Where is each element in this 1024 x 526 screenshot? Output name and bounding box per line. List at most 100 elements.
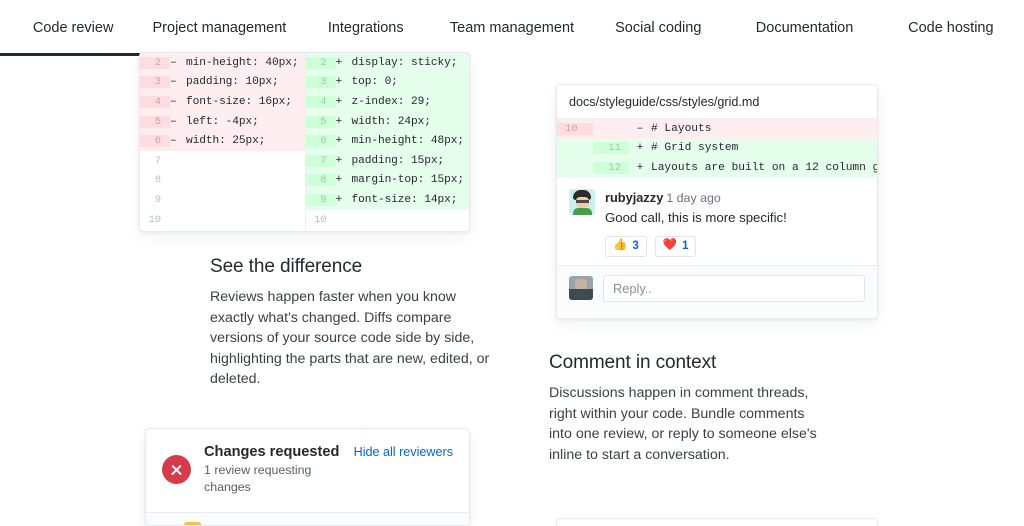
- line-number: 6: [305, 135, 336, 148]
- line-number-new: 12: [593, 161, 629, 174]
- diff-code: padding: 15px;: [351, 154, 445, 167]
- heart-icon: ❤️: [662, 239, 678, 252]
- diff-sign: –: [170, 135, 177, 148]
- line-number: 4: [305, 95, 336, 108]
- diff-code: margin-top: 15px;: [351, 174, 465, 187]
- diff-sign: –: [170, 95, 177, 108]
- diff-code: min-height: 40px;: [186, 56, 299, 69]
- diff-line: 9: [140, 190, 305, 210]
- line-number-old: 10: [557, 122, 593, 135]
- hide-all-reviewers-link[interactable]: Hide all reviewers: [354, 445, 453, 459]
- diff-code: display: sticky;: [351, 56, 458, 69]
- diff-sign: +: [335, 193, 343, 206]
- diff-sign: –: [170, 115, 177, 128]
- diff-line: 3 + top: 0;: [305, 72, 469, 93]
- diff-code: min-height: 48px;: [351, 135, 465, 148]
- line-number: 8: [305, 174, 336, 187]
- diff-code: z-index: 29;: [351, 95, 431, 108]
- diff-code: font-size: 14px;: [351, 193, 458, 206]
- reply-input[interactable]: [603, 274, 865, 302]
- nav-tab-social-coding[interactable]: Social coding: [585, 0, 731, 56]
- reaction-count: 3: [632, 240, 639, 252]
- current-user-avatar: [569, 276, 593, 300]
- section-body: Reviews happen faster when you know exac…: [210, 289, 490, 387]
- diff-sign: +: [335, 56, 343, 69]
- diff-code: width: 24px;: [351, 115, 431, 128]
- active-tab-indicator: [0, 53, 145, 56]
- reaction-bar: 👍 3 ❤️ 1: [605, 235, 865, 257]
- diff-line: 4 – font-size: 16px;: [140, 92, 305, 112]
- bot-avatar: [184, 522, 201, 525]
- avatar: [569, 188, 595, 215]
- diff-line: 8 + margin-top: 15px;: [305, 170, 469, 191]
- line-number: 3: [140, 76, 170, 89]
- diff-sign: –: [170, 76, 177, 89]
- diff-line: 8: [140, 170, 305, 191]
- nav-tab-integrations[interactable]: Integrations: [293, 0, 439, 56]
- diff-sign: +: [335, 135, 343, 148]
- diff-line: 7: [140, 150, 305, 171]
- line-number: 2: [305, 56, 336, 69]
- diff-sign: +: [335, 76, 343, 89]
- diff-column-after: 2 + display: sticky; 3 + top: 0; 4 + z-i…: [304, 53, 469, 231]
- diff-code: font-size: 16px;: [186, 95, 292, 108]
- diff-line: 6 + min-height: 48px;: [305, 131, 469, 151]
- line-number: 10: [140, 213, 170, 226]
- nav-tab-team-management[interactable]: Team management: [439, 0, 585, 56]
- nav-tab-code-review[interactable]: Code review: [0, 0, 146, 56]
- see-the-difference-section: See the difference Reviews happen faster…: [210, 256, 500, 390]
- changes-requested-card: Changes requested 1 review requesting ch…: [145, 428, 470, 526]
- line-number: 9: [140, 193, 170, 206]
- comment-diff-line: 10 – # Layouts: [557, 119, 877, 139]
- diff-line: 5 + width: 24px;: [305, 111, 469, 132]
- diff-column-before: 2 – min-height: 40px; 3 – padding: 10px;…: [140, 53, 305, 231]
- diff-line: 6 – width: 25px;: [140, 131, 305, 151]
- diff-sign: +: [335, 154, 343, 167]
- split-diff-card: 2 – min-height: 40px; 3 – padding: 10px;…: [139, 52, 470, 232]
- diff-line: 10: [140, 209, 305, 230]
- page-root: Code review Project management Integrati…: [0, 0, 1024, 526]
- line-number: 5: [305, 115, 336, 128]
- line-number: 2: [140, 56, 170, 69]
- line-number: 5: [140, 115, 170, 128]
- line-number: 3: [305, 76, 336, 89]
- line-number: 6: [140, 135, 170, 148]
- thumbs-up-reaction[interactable]: 👍 3: [605, 235, 647, 257]
- line-number: 4: [140, 95, 170, 108]
- line-number: 10: [305, 213, 336, 226]
- thumbs-up-icon: 👍: [613, 239, 628, 252]
- diff-code: width: 25px;: [186, 135, 266, 148]
- comment-meta: rubyjazzy 1 day ago: [605, 189, 865, 207]
- nav-tab-documentation[interactable]: Documentation: [731, 0, 877, 56]
- reaction-count: 1: [682, 240, 689, 252]
- nav-tab-project-management[interactable]: Project management: [146, 0, 292, 56]
- diff-line: 10: [305, 209, 469, 230]
- line-number: 8: [140, 174, 170, 187]
- diff-line: 3 – padding: 10px;: [140, 72, 305, 93]
- line-number: 7: [305, 154, 336, 167]
- check-icon: ✓: [162, 522, 184, 525]
- feature-nav: Code review Project management Integrati…: [0, 0, 1024, 56]
- comment-diff-line: 11 + # Grid system: [557, 138, 877, 158]
- diff-sign: –: [170, 56, 177, 69]
- diff-line: 7 + padding: 15px;: [305, 150, 469, 171]
- diff-code: top: 0;: [351, 76, 398, 89]
- line-number-new: 11: [593, 142, 629, 155]
- check-status-row: ✓ github — Build #5630178 Details: [146, 512, 469, 525]
- comment-message: Good call, this is more specific!: [605, 209, 787, 225]
- comment-content: rubyjazzy 1 day ago Good call, this is mo…: [605, 189, 865, 257]
- comment-body: rubyjazzy 1 day ago Good call, this is mo…: [557, 177, 877, 265]
- inline-comment-card: docs/styleguide/css/styles/grid.md 10 – …: [556, 84, 878, 319]
- nav-tab-code-hosting[interactable]: Code hosting: [878, 0, 1024, 56]
- comment-in-context-section: Comment in context Discussions happen in…: [549, 352, 829, 465]
- comment-diff-line: 12 + Layouts are built on a 12 column gr…: [557, 158, 877, 178]
- section-body: Discussions happen in comment threads, r…: [549, 385, 817, 463]
- diff-sign: +: [335, 95, 343, 108]
- review-status-title: Changes requested: [204, 444, 340, 460]
- diff-sign: –: [636, 122, 644, 135]
- comment-timestamp: 1 day ago: [666, 190, 721, 205]
- diff-sign: +: [636, 161, 644, 174]
- diff-line: 5 – left: -4px;: [140, 111, 305, 132]
- comment-author[interactable]: rubyjazzy: [605, 190, 663, 205]
- heart-reaction[interactable]: ❤️ 1: [654, 235, 697, 257]
